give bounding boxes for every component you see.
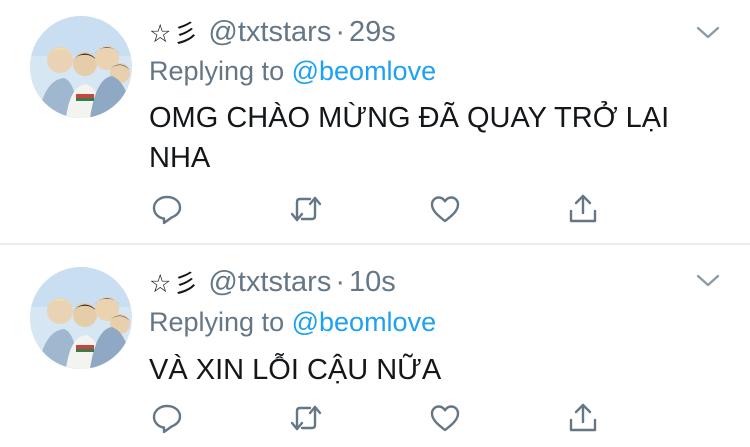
reply-button[interactable] <box>150 401 184 435</box>
like-button[interactable] <box>428 192 462 226</box>
replying-prefix: Replying to <box>149 307 285 337</box>
share-icon <box>569 194 597 223</box>
separator-dot: · <box>335 265 345 298</box>
avatar[interactable] <box>30 16 132 118</box>
replying-prefix: Replying to <box>149 56 285 86</box>
share-button[interactable] <box>566 192 600 226</box>
like-icon <box>430 196 460 223</box>
handle[interactable]: @txtstars <box>208 266 331 299</box>
retweet-icon <box>290 196 322 222</box>
tweet-header: ☆彡 @txtstars · 29s <box>149 12 396 52</box>
handle[interactable]: @txtstars <box>208 16 331 49</box>
avatar[interactable] <box>30 267 132 369</box>
mention-link[interactable]: @beomlove <box>292 56 436 86</box>
share-button[interactable] <box>566 401 600 435</box>
reply-icon <box>152 195 182 225</box>
tweet-header: ☆彡 @txtstars · 10s <box>149 262 396 302</box>
like-button[interactable] <box>428 401 462 435</box>
share-icon <box>569 403 597 432</box>
mention-link[interactable]: @beomlove <box>292 307 436 337</box>
reply-icon <box>152 404 182 434</box>
replying-to: Replying to @beomlove <box>149 302 436 342</box>
like-icon <box>430 405 460 432</box>
separator-dot: · <box>335 15 345 48</box>
timestamp[interactable]: 29s <box>349 16 396 49</box>
timestamp[interactable]: 10s <box>349 266 396 299</box>
retweet-button[interactable] <box>289 401 323 435</box>
tweet[interactable]: ☆彡 @txtstars · 10s Replying to @beomlove… <box>0 245 750 447</box>
chevron-down-icon[interactable] <box>694 266 722 294</box>
chevron-down-icon[interactable] <box>694 18 722 46</box>
tweet-text: OMG CHÀO MỪNG ĐÃ QUAY TRỞ LẠI NHA <box>149 102 670 174</box>
tweet-actions <box>150 401 600 435</box>
retweet-icon <box>290 405 322 431</box>
tweet-text: VÀ XIN LỖI CẬU NỮA <box>149 354 442 386</box>
display-name[interactable]: ☆彡 <box>149 14 200 50</box>
tweet-actions <box>150 192 600 226</box>
tweet[interactable]: ☆彡 @txtstars · 29s Replying to @beomlove… <box>0 0 750 243</box>
reply-button[interactable] <box>150 192 184 226</box>
replying-to: Replying to @beomlove <box>149 51 436 91</box>
display-name[interactable]: ☆彡 <box>149 264 200 300</box>
retweet-button[interactable] <box>289 192 323 226</box>
